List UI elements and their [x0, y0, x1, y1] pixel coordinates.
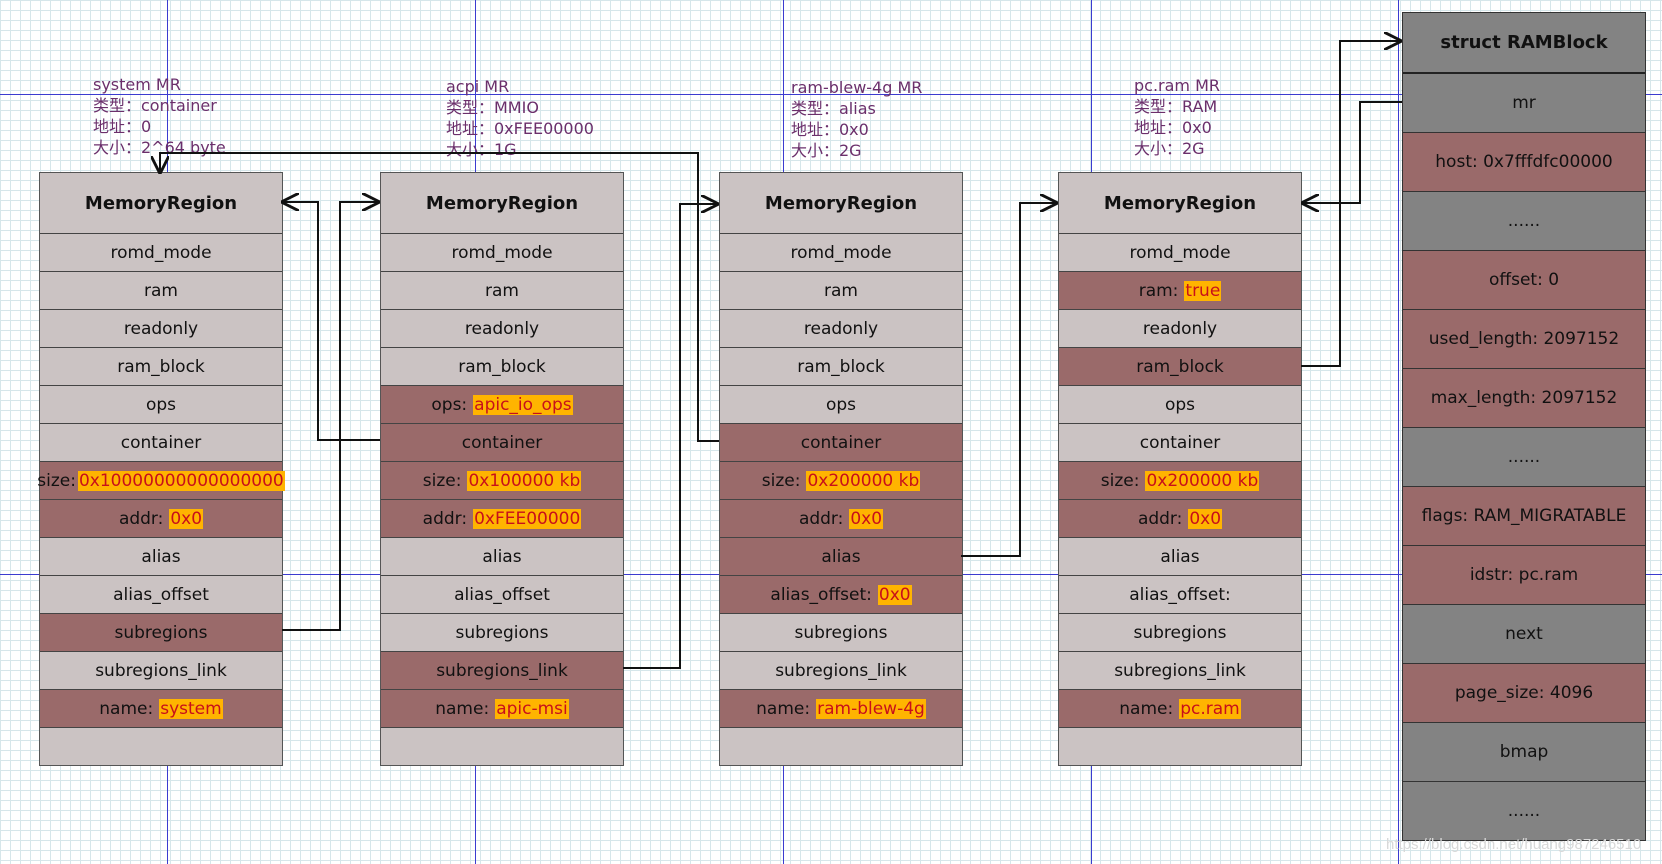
subregions-to-acpi-arrow — [282, 202, 378, 631]
ramblock-mr-to-pc-ram-arrow — [1303, 101, 1402, 203]
acpi-container-to-system-arrow — [283, 202, 380, 441]
subregions-link-to-ram-blew-4g-arrow — [623, 204, 717, 669]
watermark: https://blog.csdn.net/huang987246510 — [1386, 836, 1642, 853]
ram-blew-4g-container-to-system-arrow — [160, 152, 719, 442]
connector-layer — [0, 0, 1402, 669]
alias-to-pc-ram-arrow — [961, 203, 1056, 557]
